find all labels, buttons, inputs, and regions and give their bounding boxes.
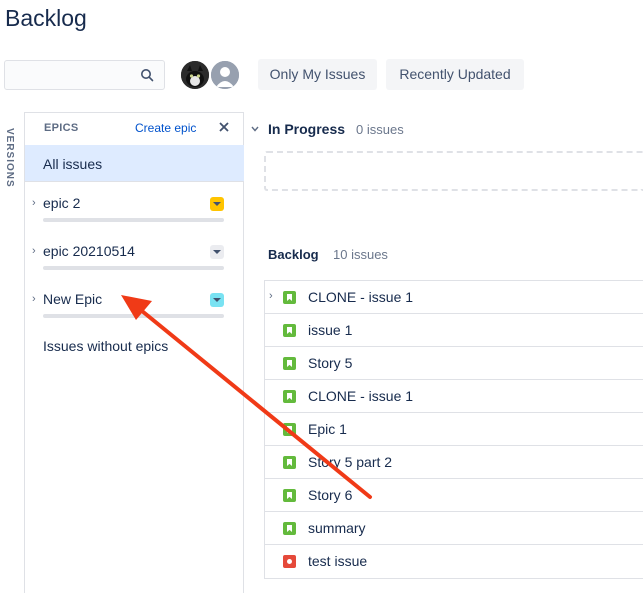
epic-name: New Epic bbox=[43, 291, 103, 307]
epic-name: epic 2 bbox=[43, 195, 81, 211]
sprint-drop-zone[interactable] bbox=[264, 151, 643, 191]
only-my-issues-button[interactable]: Only My Issues bbox=[258, 59, 377, 90]
story-icon bbox=[283, 522, 296, 535]
avatar[interactable] bbox=[209, 59, 241, 91]
story-icon bbox=[283, 423, 296, 436]
epic-item[interactable]: › epic 20210514 bbox=[25, 241, 244, 281]
story-icon bbox=[283, 390, 296, 403]
all-issues-label: All issues bbox=[43, 156, 103, 172]
chevron-right-icon[interactable]: › bbox=[269, 290, 273, 302]
issue-summary: Story 6 bbox=[308, 487, 353, 503]
table-row[interactable]: summary bbox=[265, 512, 643, 545]
table-row[interactable]: Story 6 bbox=[265, 479, 643, 512]
epic-progress-bar bbox=[43, 218, 224, 222]
issue-summary: CLONE - issue 1 bbox=[308, 388, 414, 404]
versions-label: VERSIONS bbox=[4, 128, 15, 188]
epic-filter-issues-without-epics[interactable]: Issues without epics bbox=[43, 338, 168, 354]
create-epic-link[interactable]: Create epic bbox=[135, 121, 196, 135]
epic-progress-bar bbox=[43, 266, 224, 270]
story-icon bbox=[283, 456, 296, 469]
chevron-right-icon[interactable]: › bbox=[32, 293, 36, 305]
issue-summary: CLONE - issue 1 bbox=[308, 289, 414, 305]
bug-icon bbox=[283, 555, 296, 568]
chevron-right-icon[interactable]: › bbox=[32, 197, 36, 209]
table-row[interactable]: CLONE - issue 1 bbox=[265, 380, 643, 413]
issue-summary: test issue bbox=[308, 553, 368, 569]
search-icon bbox=[141, 69, 154, 82]
story-icon bbox=[283, 489, 296, 502]
backlog-issue-count: 10 issues bbox=[333, 247, 388, 262]
cat-avatar-icon bbox=[181, 61, 209, 89]
table-row[interactable]: › CLONE - issue 1 bbox=[265, 281, 643, 314]
story-icon bbox=[283, 291, 296, 304]
sprint-issue-count: 0 issues bbox=[356, 122, 404, 137]
sprint-title: In Progress bbox=[268, 121, 346, 137]
epic-filter-all-issues[interactable]: All issues bbox=[25, 145, 244, 182]
epics-panel: EPICS Create epic All issues › epic 2 › … bbox=[24, 112, 244, 593]
story-icon bbox=[283, 324, 296, 337]
chevron-down-icon[interactable] bbox=[250, 124, 260, 134]
table-row[interactable]: test issue bbox=[265, 545, 643, 578]
epic-name: epic 20210514 bbox=[43, 243, 135, 259]
backlog-title: Backlog bbox=[268, 247, 319, 262]
backlog-issue-list: › CLONE - issue 1 issue 1 Story 5 CLONE … bbox=[264, 280, 643, 579]
issue-summary: issue 1 bbox=[308, 322, 353, 338]
epic-color-dropdown-icon[interactable] bbox=[210, 197, 224, 211]
avatar[interactable] bbox=[179, 59, 211, 91]
close-icon[interactable] bbox=[217, 120, 231, 134]
search-input[interactable] bbox=[4, 60, 165, 90]
backlog-header: Backlog 10 issues bbox=[268, 246, 388, 262]
issue-summary: Epic 1 bbox=[308, 421, 347, 437]
epic-item[interactable]: › New Epic bbox=[25, 289, 244, 329]
table-row[interactable]: issue 1 bbox=[265, 314, 643, 347]
issue-summary: summary bbox=[308, 520, 366, 536]
story-icon bbox=[283, 357, 296, 370]
epic-item[interactable]: › epic 2 bbox=[25, 193, 244, 233]
table-row[interactable]: Story 5 bbox=[265, 347, 643, 380]
page-title: Backlog bbox=[5, 5, 87, 31]
issue-summary: Story 5 part 2 bbox=[308, 454, 393, 470]
epic-color-dropdown-icon[interactable] bbox=[210, 293, 224, 307]
recently-updated-button[interactable]: Recently Updated bbox=[386, 59, 524, 90]
chevron-right-icon[interactable]: › bbox=[32, 245, 36, 257]
epic-color-dropdown-icon[interactable] bbox=[210, 245, 224, 259]
epics-header: EPICS bbox=[44, 122, 79, 134]
table-row[interactable]: Story 5 part 2 bbox=[265, 446, 643, 479]
issue-summary: Story 5 bbox=[308, 355, 353, 371]
epic-progress-bar bbox=[43, 314, 224, 318]
table-row[interactable]: Epic 1 bbox=[265, 413, 643, 446]
user-avatar-icon bbox=[211, 61, 239, 89]
